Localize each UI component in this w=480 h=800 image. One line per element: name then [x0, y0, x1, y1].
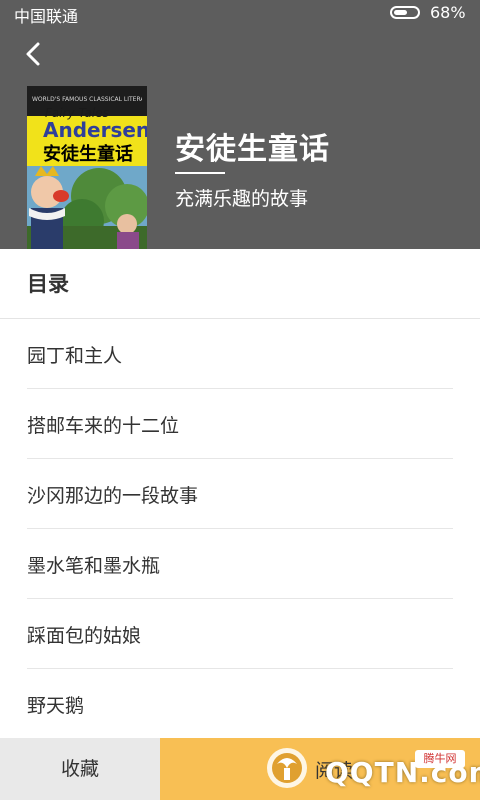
read-button[interactable]: 阅读 QQTN.com 腾牛网: [160, 738, 480, 800]
watermark-badge: 腾牛网: [415, 750, 465, 768]
book-title: 安徒生童话: [175, 132, 330, 167]
cover-series-text: WORLD'S FAMOUS CLASSICAL LITERATURE: [32, 96, 142, 103]
title-divider: [175, 172, 225, 174]
toc-item-label: 墨水笔和墨水瓶: [27, 555, 161, 577]
cover-author: Andersen: [43, 118, 147, 142]
toc-item-label: 踩面包的姑娘: [27, 625, 142, 647]
book-subtitle: 充满乐趣的故事: [175, 188, 309, 210]
toc-item-label: 园丁和主人: [27, 345, 123, 367]
toc-heading: 目录: [27, 272, 69, 296]
toc-item[interactable]: 园丁和主人: [27, 319, 453, 389]
toc-item[interactable]: 墨水笔和墨水瓶: [27, 529, 453, 599]
back-button[interactable]: [20, 40, 48, 68]
toc-item-label: 野天鹅: [27, 695, 85, 717]
chevron-left-icon: [26, 42, 40, 66]
watermark-logo-icon: [267, 748, 307, 788]
toc-item[interactable]: 野天鹅: [27, 669, 453, 739]
carrier-name: 中国联通: [14, 7, 79, 26]
status-bar: 中国联通 68%: [0, 0, 480, 26]
battery-percent: 68%: [430, 3, 466, 22]
toc-item-label: 搭邮车来的十二位: [27, 415, 180, 437]
toc-item[interactable]: 搭邮车来的十二位: [27, 389, 453, 459]
bottom-action-bar: 收藏 阅读 QQTN.com 腾牛网: [0, 738, 480, 800]
cover-title: 安徒生童话: [43, 144, 133, 165]
battery-icon: [390, 6, 420, 19]
book-header: 中国联通 68% WORLD'S FAMOUS CLASSICAL LITERA…: [0, 0, 480, 249]
toc-item-label: 沙冈那边的一段故事: [27, 485, 199, 507]
toc-list: 园丁和主人 搭邮车来的十二位 沙冈那边的一段故事 墨水笔和墨水瓶 踩面包的姑娘 …: [0, 319, 480, 739]
toc-item[interactable]: 踩面包的姑娘: [27, 599, 453, 669]
cover-illustration: [27, 166, 147, 249]
favorite-button[interactable]: 收藏: [0, 738, 160, 800]
toc-item[interactable]: 沙冈那边的一段故事: [27, 459, 453, 529]
book-cover: WORLD'S FAMOUS CLASSICAL LITERATURE Fair…: [27, 86, 147, 249]
